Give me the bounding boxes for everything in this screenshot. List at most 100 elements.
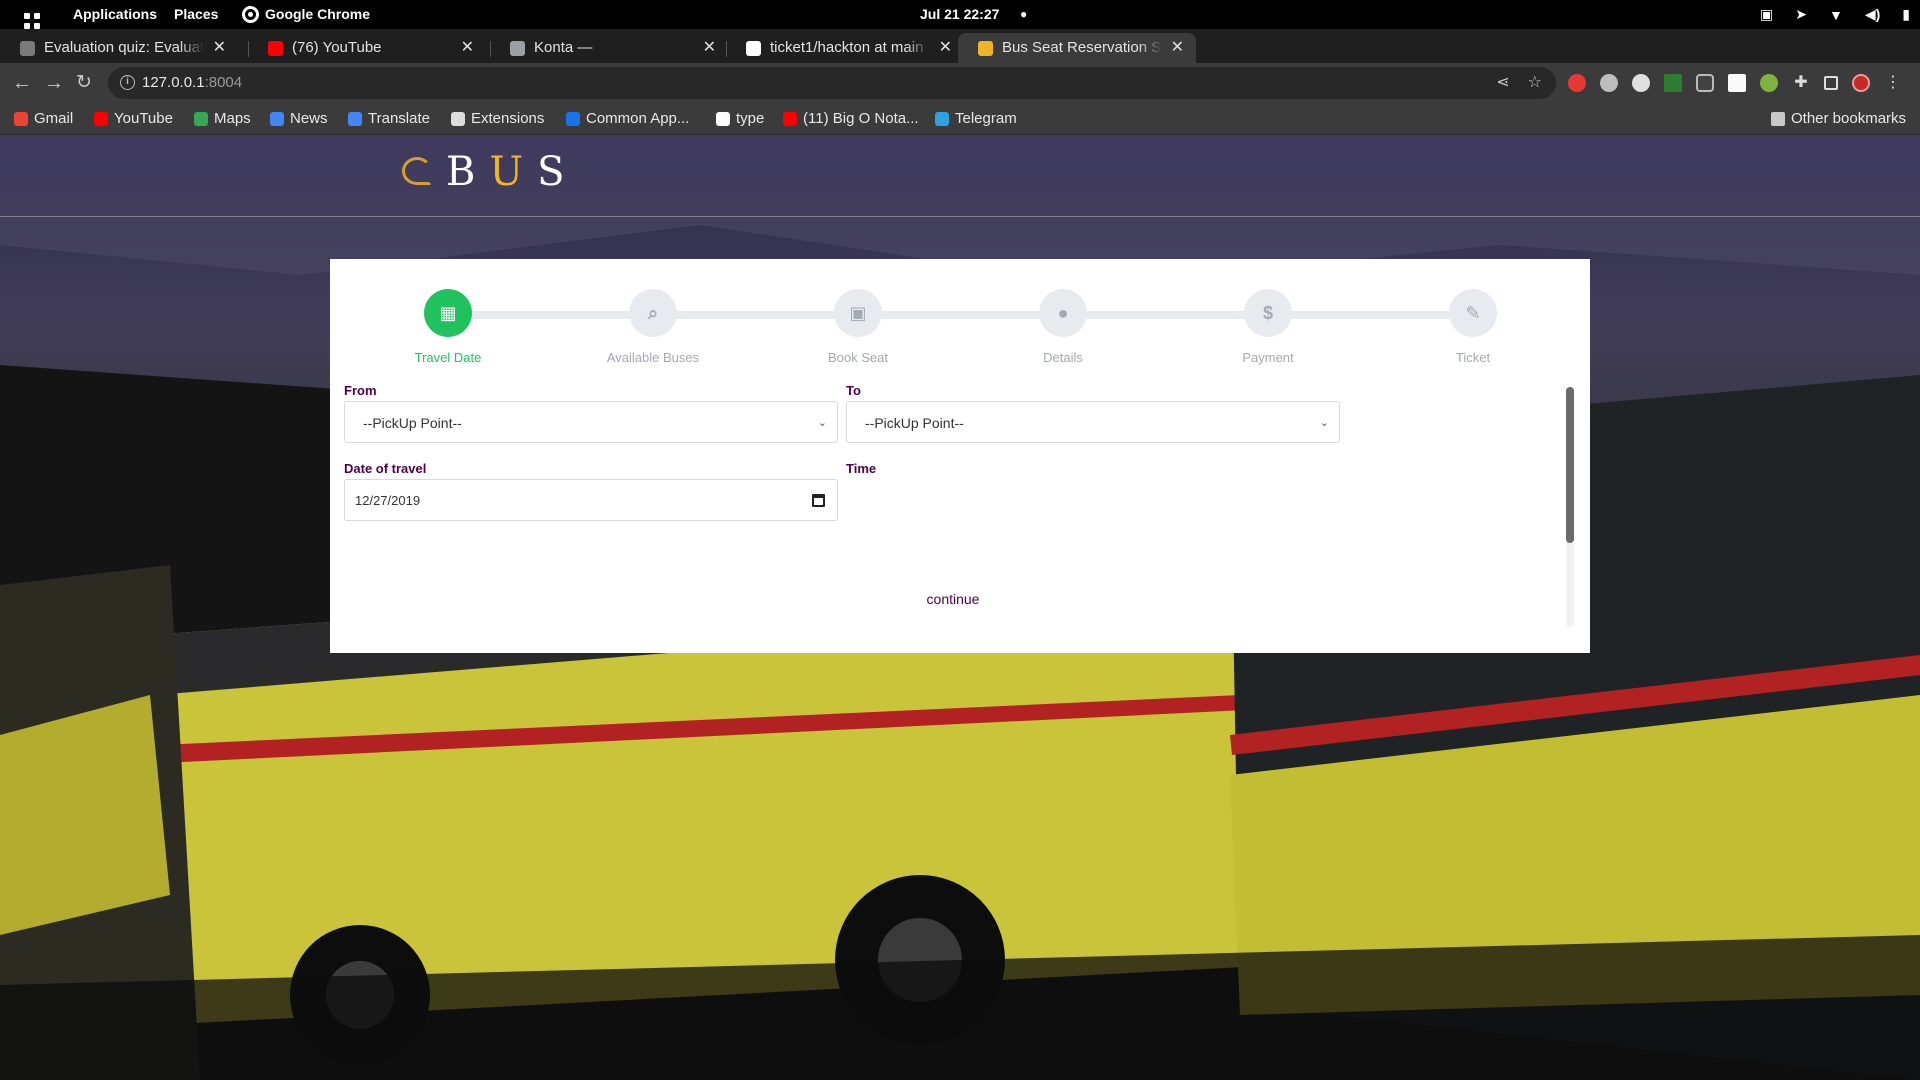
- date-input[interactable]: 12/27/2019: [344, 479, 838, 521]
- chrome-menu-icon[interactable]: ⋮: [1884, 74, 1902, 92]
- profile-avatar[interactable]: [1852, 74, 1870, 92]
- page-viewport: BUS ▦ Travel Date ⌕ Available Buses ▣ Book Se…: [0, 135, 1920, 1080]
- step-ticket[interactable]: ✎ Ticket: [1403, 289, 1543, 365]
- bookmark-favicon-icon: [14, 112, 28, 126]
- extensions-puzzle-icon[interactable]: ✚: [1792, 74, 1810, 92]
- date-label: Date of travel: [344, 461, 427, 476]
- chevron-down-icon: ⌄: [1319, 417, 1329, 429]
- bookmark-star-icon[interactable]: ☆: [1528, 67, 1542, 99]
- extension-grammar-icon[interactable]: [1632, 74, 1650, 92]
- extension-download-icon[interactable]: [1664, 74, 1682, 92]
- close-tab-icon[interactable]: ✕: [939, 33, 952, 63]
- places-menu[interactable]: Places: [174, 0, 218, 29]
- bookmark-item[interactable]: type: [716, 103, 764, 135]
- forward-arrow-icon[interactable]: →: [44, 63, 64, 103]
- from-label: From: [344, 383, 377, 398]
- calendar-icon: ▦: [424, 289, 472, 337]
- browser-tab[interactable]: (76) YouTube ✕: [248, 33, 486, 63]
- extensions-row: ✚ ⋮: [1568, 63, 1902, 103]
- close-tab-icon[interactable]: ✕: [461, 33, 474, 63]
- booking-card: ▦ Travel Date ⌕ Available Buses ▣ Book Seat ● D…: [330, 259, 1590, 653]
- bookmark-item[interactable]: Maps: [194, 103, 251, 135]
- bookmark-favicon-icon: [270, 112, 284, 126]
- bookmark-item[interactable]: Telegram: [935, 103, 1017, 135]
- bookmark-item[interactable]: Extensions: [451, 103, 544, 135]
- address-bar[interactable]: i 127.0.0.1:8004 ⋖ ☆: [108, 67, 1556, 99]
- telegram-tray-icon[interactable]: ➤: [1795, 6, 1807, 23]
- active-app-label: Google Chrome: [265, 6, 371, 22]
- reload-icon[interactable]: ↻: [76, 63, 92, 103]
- system-tray[interactable]: ▣ ➤ ▼ ◀) ▮: [1760, 0, 1910, 29]
- extension-chart-icon[interactable]: [1728, 74, 1746, 92]
- step-label: Book Seat: [828, 350, 888, 365]
- to-select-value: --PickUp Point--: [865, 415, 964, 431]
- step-label: Available Buses: [606, 350, 700, 365]
- site-logo[interactable]: BUS: [402, 149, 579, 195]
- bookmark-item[interactable]: YouTube: [94, 103, 173, 135]
- close-tab-icon[interactable]: ✕: [1171, 33, 1184, 63]
- volume-icon[interactable]: ◀): [1865, 6, 1880, 23]
- bookmark-favicon-icon: [194, 112, 208, 126]
- browser-tab-active[interactable]: Bus Seat Reservation System ✕: [958, 33, 1196, 63]
- bus-icon: ▣: [834, 289, 882, 337]
- bookmark-item[interactable]: News: [270, 103, 328, 135]
- browser-tab[interactable]: Evaluation quiz: Evaluation ✕: [0, 33, 238, 63]
- search-icon: ⌕: [629, 289, 677, 337]
- tab-strip: Evaluation quiz: Evaluation✕ (76) YouTube…: [0, 29, 1920, 87]
- other-bookmarks-folder[interactable]: Other bookmarks: [1771, 103, 1906, 135]
- from-select[interactable]: --PickUp Point-- ⌄: [344, 401, 838, 443]
- activities-grid-icon[interactable]: [24, 0, 40, 29]
- bookmark-label: News: [290, 110, 328, 127]
- bookmark-item[interactable]: (11) Big O Nota...: [783, 103, 919, 135]
- applications-menu[interactable]: Applications: [73, 0, 157, 29]
- extension-shield-icon[interactable]: [1760, 74, 1778, 92]
- bus-logo-icon: [402, 157, 432, 185]
- step-payment[interactable]: $ Payment: [1198, 289, 1338, 365]
- bookmark-favicon-icon: [348, 112, 362, 126]
- tab-favicon-icon: [268, 41, 283, 56]
- to-select[interactable]: --PickUp Point-- ⌄: [846, 401, 1340, 443]
- browser-tab[interactable]: Konta — ✕: [490, 33, 728, 63]
- tab-title: ticket1/hackton at main · A: [770, 39, 930, 56]
- bookmark-favicon-icon: [935, 112, 949, 126]
- date-input-value: 12/27/2019: [355, 493, 421, 508]
- browser-toolbar: ← → ↻ i 127.0.0.1:8004 ⋖ ☆ ✚ ⋮: [0, 63, 1920, 103]
- extension-globe-icon[interactable]: [1600, 74, 1618, 92]
- wifi-icon[interactable]: ▼: [1829, 7, 1843, 23]
- bookmark-favicon-icon: [783, 112, 797, 126]
- step-book-seat[interactable]: ▣ Book Seat: [788, 289, 928, 365]
- bookmark-label: (11) Big O Nota...: [803, 110, 919, 127]
- back-arrow-icon[interactable]: ←: [12, 63, 32, 103]
- logo-letter-s: S: [537, 149, 579, 195]
- site-info-icon[interactable]: i: [120, 75, 135, 90]
- screenshot-icon[interactable]: ▣: [1760, 6, 1773, 23]
- browser-tab[interactable]: ticket1/hackton at main · A ✕: [726, 33, 964, 63]
- close-tab-icon[interactable]: ✕: [213, 33, 226, 63]
- side-panel-icon[interactable]: [1824, 76, 1838, 90]
- step-travel-date[interactable]: ▦ Travel Date: [378, 289, 518, 365]
- bookmark-item[interactable]: Translate: [348, 103, 430, 135]
- site-header: BUS: [0, 135, 1920, 217]
- travel-date-form: From --PickUp Point-- ⌄ To --PickUp Poin…: [344, 383, 1562, 633]
- bookmark-item[interactable]: Common App...: [566, 103, 689, 135]
- clock[interactable]: Jul 21 22:27: [920, 0, 999, 29]
- close-tab-icon[interactable]: ✕: [703, 33, 716, 63]
- bookmark-item[interactable]: Gmail: [14, 103, 73, 135]
- extension-red-icon[interactable]: [1568, 74, 1586, 92]
- extension-screen-icon[interactable]: [1696, 74, 1714, 92]
- step-details[interactable]: ● Details: [993, 289, 1133, 365]
- tab-favicon-icon: [510, 41, 525, 56]
- scrollbar-thumb[interactable]: [1566, 387, 1574, 543]
- url-text[interactable]: 127.0.0.1:8004: [142, 67, 242, 99]
- form-scrollbar[interactable]: [1566, 387, 1574, 627]
- bookmark-label: Common App...: [586, 110, 690, 127]
- active-app-menu[interactable]: Google Chrome: [242, 0, 370, 29]
- bookmark-label: Extensions: [471, 110, 545, 127]
- step-available-buses[interactable]: ⌕ Available Buses: [583, 289, 723, 365]
- battery-icon[interactable]: ▮: [1902, 6, 1910, 23]
- logo-letter-b: B: [446, 149, 490, 195]
- continue-button[interactable]: continue: [344, 591, 1562, 607]
- step-label: Payment: [1242, 350, 1294, 365]
- calendar-picker-icon[interactable]: [812, 494, 825, 507]
- share-icon[interactable]: ⋖: [1496, 67, 1509, 99]
